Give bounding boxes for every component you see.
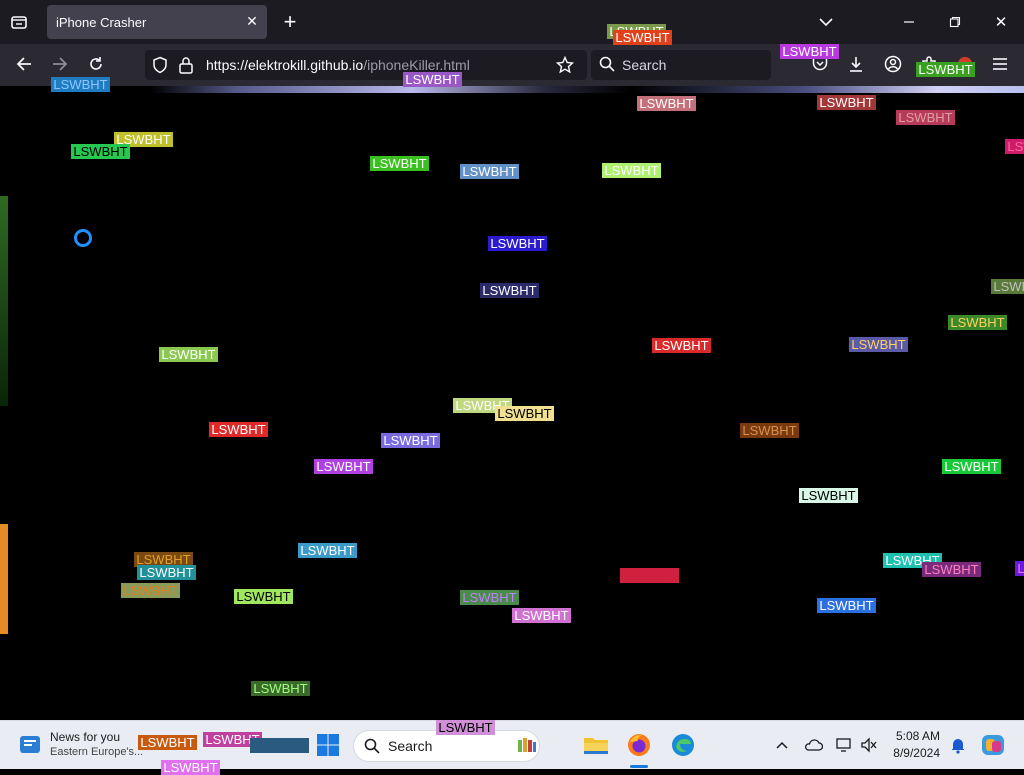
floating-label: LSWBHT	[948, 315, 1007, 330]
floating-label: LSWBHT	[403, 72, 462, 87]
floating-label: LSWBHT	[314, 459, 373, 474]
floating-label: LSWBHT	[637, 96, 696, 111]
floating-label: LSWBHT	[512, 608, 571, 623]
floating-label: LSWBHT	[896, 110, 955, 125]
floating-label: LSWBHT	[209, 422, 268, 437]
floating-label: LSWBHT	[495, 406, 554, 421]
floating-label: LSWBHT	[620, 568, 679, 583]
floating-label: LSWBHT	[817, 598, 876, 613]
floating-label: LSWBHT	[234, 589, 293, 604]
floating-label: LSWBHT	[298, 543, 357, 558]
floating-label: LSWBHT	[370, 156, 429, 171]
floating-label: LSWBHT	[138, 735, 197, 750]
floating-label: LSWBHT	[799, 488, 858, 503]
floating-label: LSWBHT	[1015, 561, 1024, 576]
floating-label: LSWBHT	[381, 433, 440, 448]
floating-label: LSWBHT	[780, 44, 839, 59]
floating-label: LSWBHT	[916, 62, 975, 77]
floating-label: LSWBHT	[71, 144, 130, 159]
floating-label: LSWBHT	[51, 77, 110, 92]
floating-label: LSWBHT	[740, 423, 799, 438]
floating-label: LSWBHT	[602, 163, 661, 178]
floating-label: LSWBHT	[480, 283, 539, 298]
label-layer: LSWBHT LSWBHT LSWBHT LSWBHT LSWBHT LSWBHT LSWB…	[0, 0, 1024, 775]
floating-label: LSWBHT	[991, 279, 1024, 294]
floating-label: LSWBHT	[137, 565, 196, 580]
floating-label: LSWBHT	[159, 347, 218, 362]
floating-label: LSWBHT	[436, 720, 495, 735]
floating-label: LSWBHT	[121, 583, 180, 598]
floating-label: LSWBHT	[250, 738, 309, 753]
floating-label: LSWBHT	[488, 236, 547, 251]
floating-label: LSWBHT	[460, 590, 519, 605]
floating-label: LSWBHT	[613, 30, 672, 45]
floating-label: LSWBHT	[460, 164, 519, 179]
floating-label: LSWBHT	[251, 681, 310, 696]
floating-label: LSWBHT	[922, 562, 981, 577]
floating-label: LSWBHT	[817, 95, 876, 110]
floating-label: LSWBHT	[1005, 139, 1024, 154]
floating-label: LSWBHT	[849, 337, 908, 352]
floating-label: LSWBHT	[942, 459, 1001, 474]
floating-label: LSWBHT	[652, 338, 711, 353]
